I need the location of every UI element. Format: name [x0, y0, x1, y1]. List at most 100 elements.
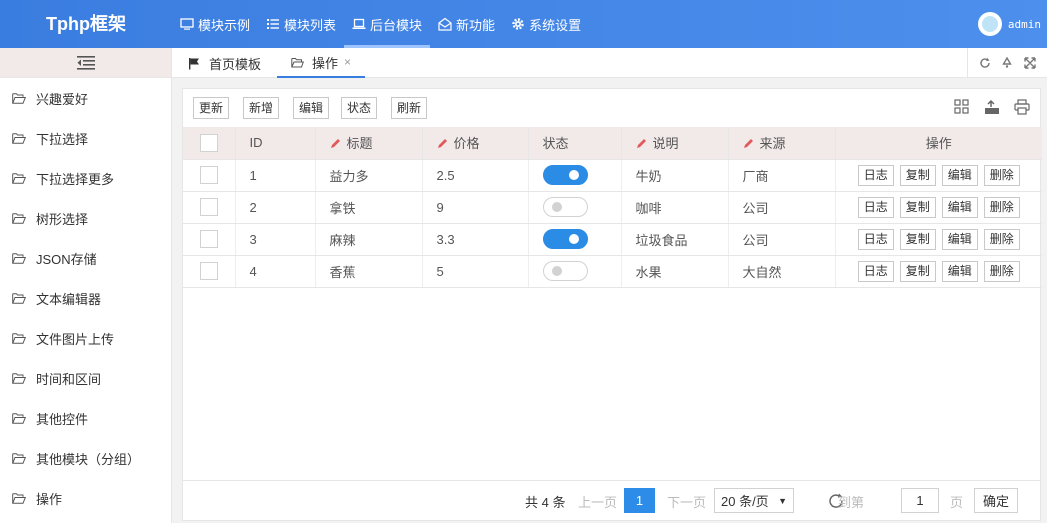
edit-row-button[interactable]: 编辑 [941, 196, 978, 218]
cell-title[interactable]: 益力多 [315, 159, 423, 192]
edit-row-button[interactable]: 编辑 [941, 260, 978, 282]
cell-price[interactable]: 2.5 [422, 159, 529, 192]
tab-home-template[interactable]: 首页模板 [188, 48, 261, 78]
status-toggle[interactable] [542, 261, 588, 281]
log-button[interactable]: 日志 [857, 228, 894, 250]
header-desc[interactable]: 说明 [621, 127, 729, 160]
copy-button[interactable]: 复制 [899, 196, 936, 218]
sidebar-item[interactable]: 文件图片上传 [0, 318, 171, 358]
avatar [977, 12, 1002, 36]
copy-button[interactable]: 复制 [899, 164, 936, 186]
tab-operations[interactable]: 操作 × [277, 48, 366, 78]
header-source[interactable]: 来源 [728, 127, 836, 160]
row-checkbox[interactable] [199, 262, 218, 280]
prev-page-button[interactable]: 上一页 [578, 481, 617, 521]
page-tabs: 首页模板 操作 × [172, 48, 1047, 78]
update-button[interactable]: 更新 [193, 97, 230, 119]
pencil-icon [437, 139, 447, 149]
sidebar-item[interactable]: 其他模块（分组） [0, 438, 171, 478]
cell-source[interactable]: 厂商 [728, 159, 836, 192]
cell-title[interactable]: 拿铁 [315, 191, 423, 224]
sidebar-item[interactable]: 文本编辑器 [0, 278, 171, 318]
cell-source[interactable]: 大自然 [728, 255, 836, 288]
sidebar-item-label: 树形选择 [36, 211, 89, 227]
edit-row-button[interactable]: 编辑 [941, 228, 978, 250]
cell-price[interactable]: 9 [422, 191, 529, 224]
select-all-checkbox[interactable] [199, 133, 218, 152]
header-price[interactable]: 价格 [422, 127, 529, 160]
row-checkbox[interactable] [199, 166, 218, 184]
cell-price[interactable]: 5 [422, 255, 529, 288]
nav-item-system-settings[interactable]: 系统设置 [503, 0, 589, 48]
cell-desc[interactable]: 水果 [621, 255, 729, 288]
header-label: 价格 [453, 136, 480, 152]
nav-item-examples[interactable]: 模块示例 [172, 0, 258, 48]
nav-item-module-list[interactable]: 模块列表 [258, 0, 344, 48]
refresh-button[interactable]: 刷新 [391, 97, 428, 119]
confirm-button[interactable]: 确定 [974, 488, 1018, 513]
log-button[interactable]: 日志 [857, 260, 894, 282]
table-row: 4 香蕉 5 水果 大自然 日志 复制 编辑 删除 [183, 255, 1042, 288]
sidebar-item[interactable]: 树形选择 [0, 198, 171, 238]
nav-item-backend[interactable]: 后台模块 [344, 0, 431, 48]
status-button[interactable]: 状态 [341, 97, 378, 119]
table-row: 2 拿铁 9 咖啡 公司 日志 复制 编辑 删除 [183, 191, 1042, 224]
sidebar-item[interactable]: 下拉选择更多 [0, 158, 171, 198]
header-status[interactable]: 状态 [528, 127, 622, 160]
copy-button[interactable]: 复制 [899, 228, 936, 250]
next-page-button[interactable]: 下一页 [667, 481, 706, 521]
content-area: 更新 新增 编辑 状态 刷新 ID 标题 价格 状态 说明 来源 操作 1 益力… [172, 78, 1047, 523]
delete-button[interactable]: 删除 [983, 260, 1020, 282]
tab-tools [967, 48, 1047, 78]
cell-source[interactable]: 公司 [728, 223, 836, 256]
cell-title[interactable]: 香蕉 [315, 255, 423, 288]
recycle-icon[interactable] [1001, 57, 1013, 69]
nav-item-new-features[interactable]: 新功能 [430, 0, 503, 48]
delete-button[interactable]: 删除 [983, 196, 1020, 218]
gear-icon [512, 18, 524, 30]
sidebar-toggle-button[interactable] [0, 48, 171, 78]
cell-title[interactable]: 麻辣 [315, 223, 423, 256]
status-toggle[interactable] [542, 165, 588, 185]
columns-grid-icon[interactable] [954, 99, 970, 115]
log-button[interactable]: 日志 [857, 196, 894, 218]
cell-desc[interactable]: 咖啡 [621, 191, 729, 224]
sidebar-item[interactable]: JSON存储 [0, 238, 171, 278]
cell-desc[interactable]: 垃圾食品 [621, 223, 729, 256]
cell-source[interactable]: 公司 [728, 191, 836, 224]
user-menu[interactable]: admin [977, 12, 1041, 36]
export-icon[interactable] [984, 99, 1000, 115]
status-toggle[interactable] [542, 229, 588, 249]
row-checkbox[interactable] [199, 198, 218, 216]
status-toggle[interactable] [542, 197, 588, 217]
page-size-select[interactable]: 20 条/页 ▼ [714, 488, 794, 513]
fullscreen-icon[interactable] [1024, 57, 1036, 69]
edit-button[interactable]: 编辑 [293, 97, 330, 119]
delete-button[interactable]: 删除 [983, 228, 1020, 250]
reload-icon[interactable] [979, 57, 991, 69]
cell-price[interactable]: 3.3 [422, 223, 529, 256]
add-button[interactable]: 新增 [243, 97, 280, 119]
log-button[interactable]: 日志 [857, 164, 894, 186]
sidebar-item[interactable]: 时间和区间 [0, 358, 171, 398]
sidebar-item[interactable]: 兴趣爱好 [0, 78, 171, 118]
row-checkbox[interactable] [199, 230, 218, 248]
header-title[interactable]: 标题 [315, 127, 423, 160]
sidebar-item[interactable]: 操作 [0, 478, 171, 518]
print-icon[interactable] [1014, 99, 1030, 115]
delete-button[interactable]: 删除 [983, 164, 1020, 186]
app-logo[interactable]: Tphp框架 [0, 0, 172, 48]
close-icon[interactable]: × [344, 55, 351, 69]
copy-button[interactable]: 复制 [899, 260, 936, 282]
pencil-icon [743, 139, 753, 149]
sidebar-item[interactable]: 下拉选择 [0, 118, 171, 158]
page-1-button[interactable]: 1 [624, 488, 655, 513]
top-nav: 模块示例 模块列表 后台模块 新功能 系统设置 [172, 0, 589, 48]
cell-status [528, 255, 622, 288]
sidebar-item-label: 下拉选择更多 [36, 171, 115, 187]
cell-desc[interactable]: 牛奶 [621, 159, 729, 192]
edit-row-button[interactable]: 编辑 [941, 164, 978, 186]
sidebar-item[interactable]: 其他控件 [0, 398, 171, 438]
goto-page-input[interactable]: 1 [901, 488, 939, 513]
header-id[interactable]: ID [235, 127, 316, 160]
